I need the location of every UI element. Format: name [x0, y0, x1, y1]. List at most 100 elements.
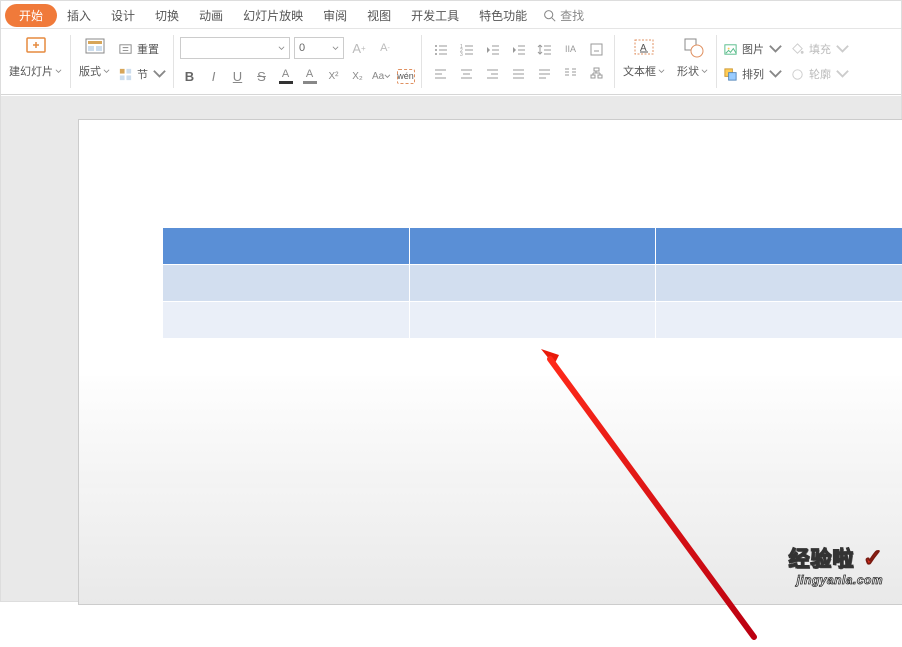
subscript-button[interactable]: X₂: [348, 66, 367, 86]
section-label: 节: [137, 66, 148, 82]
new-slide-label: 建幻灯片: [9, 63, 53, 79]
separator: [70, 35, 71, 88]
chevron-down-icon: [835, 42, 850, 57]
columns-button[interactable]: [560, 64, 580, 84]
decrease-font-button[interactable]: A-: [374, 37, 396, 59]
menu-tab-bar: 开始 插入 设计 切换 动画 幻灯片放映 审阅 视图 开发工具 特色功能 查找: [1, 1, 901, 29]
chevron-down-icon: [658, 68, 665, 75]
table-row[interactable]: [163, 302, 902, 339]
section-button[interactable]: 节: [118, 63, 167, 85]
fill-icon: [790, 42, 805, 57]
layout-icon: [81, 33, 109, 61]
chevron-down-icon: [103, 68, 110, 75]
text-direction-button[interactable]: IIA: [560, 40, 580, 60]
chevron-down-icon: [332, 45, 339, 52]
bold-button[interactable]: B: [180, 66, 199, 86]
check-icon: ✓: [863, 544, 883, 573]
tab-start[interactable]: 开始: [5, 4, 57, 27]
slide-workspace[interactable]: [1, 96, 901, 601]
svg-text:IIA: IIA: [565, 44, 576, 54]
reset-icon: [118, 42, 133, 57]
font-color-button[interactable]: A: [276, 66, 295, 86]
tab-review[interactable]: 审阅: [313, 3, 357, 28]
tab-view[interactable]: 视图: [357, 3, 401, 28]
align-justify-button[interactable]: [508, 64, 528, 84]
reset-label: 重置: [137, 41, 159, 57]
tab-feature[interactable]: 特色功能: [469, 3, 537, 28]
chevron-down-icon: [835, 67, 850, 82]
fill-button[interactable]: 填充: [790, 38, 850, 60]
picture-icon: [723, 42, 738, 57]
paragraph-group: 123 IIA: [428, 33, 608, 90]
chevron-down-icon: [768, 67, 783, 82]
shape-icon: [679, 33, 707, 61]
table-row[interactable]: [163, 265, 902, 302]
line-spacing-button[interactable]: [534, 40, 554, 60]
tab-animation[interactable]: 动画: [189, 3, 233, 28]
align-text-button[interactable]: [586, 40, 606, 60]
font-size-value: 0: [299, 42, 305, 54]
numbering-button[interactable]: 123: [456, 40, 476, 60]
superscript-button[interactable]: X²: [324, 66, 343, 86]
ribbon-toolbar: 建幻灯片 版式 重置 节: [1, 29, 901, 95]
align-center-button[interactable]: [456, 64, 476, 84]
italic-button[interactable]: I: [204, 66, 223, 86]
insert-format-group: 图片 填充 排列 轮廓: [723, 33, 850, 90]
separator: [614, 35, 615, 88]
highlight-button[interactable]: A: [300, 66, 319, 86]
arrange-button[interactable]: 排列: [723, 63, 783, 85]
arrange-label: 排列: [742, 66, 764, 82]
tab-transition[interactable]: 切换: [145, 3, 189, 28]
font-family-select[interactable]: [180, 37, 290, 59]
font-group: 0 A+ A- B I U S A A X² X₂ Aa wén: [180, 33, 415, 90]
picture-label: 图片: [742, 41, 764, 57]
tab-insert[interactable]: 插入: [57, 3, 101, 28]
change-case-button[interactable]: Aa: [372, 66, 391, 86]
shape-label: 形状: [677, 63, 699, 79]
pinyin-button[interactable]: wén: [396, 66, 415, 86]
section-icon: [118, 67, 133, 82]
watermark: 经验啦 ✓ jingyanla.com: [788, 543, 883, 587]
textbox-icon: A: [630, 33, 658, 61]
new-slide-icon: [22, 33, 50, 61]
align-left-button[interactable]: [430, 64, 450, 84]
separator: [173, 35, 174, 88]
picture-button[interactable]: 图片: [723, 38, 783, 60]
tab-dev[interactable]: 开发工具: [401, 3, 469, 28]
shape-button[interactable]: 形状: [675, 33, 710, 90]
watermark-url: jingyanla.com: [788, 573, 883, 587]
search-button[interactable]: 查找: [537, 7, 590, 24]
tab-design[interactable]: 设计: [101, 3, 145, 28]
reset-button[interactable]: 重置: [118, 38, 167, 60]
layout-button[interactable]: 版式: [77, 33, 112, 90]
search-label: 查找: [560, 7, 584, 24]
strike-button[interactable]: S: [252, 66, 271, 86]
arrange-icon: [723, 67, 738, 82]
chevron-down-icon: [768, 42, 783, 57]
slide-canvas[interactable]: [79, 120, 902, 604]
search-icon: [543, 9, 556, 22]
chevron-down-icon: [278, 45, 285, 52]
underline-button[interactable]: U: [228, 66, 247, 86]
outline-label: 轮廓: [809, 66, 831, 82]
increase-font-button[interactable]: A+: [348, 37, 370, 59]
align-right-button[interactable]: [482, 64, 502, 84]
distribute-button[interactable]: [534, 64, 554, 84]
canvas-gradient: [79, 376, 902, 488]
chevron-down-icon: [701, 68, 708, 75]
tab-slideshow[interactable]: 幻灯片放映: [233, 3, 313, 28]
smartart-button[interactable]: [586, 64, 606, 84]
watermark-title: 经验啦: [788, 543, 854, 573]
new-slide-button[interactable]: 建幻灯片: [7, 33, 64, 90]
indent-inc-button[interactable]: [508, 40, 528, 60]
outline-icon: [790, 67, 805, 82]
separator: [716, 35, 717, 88]
textbox-button[interactable]: A 文本框: [621, 33, 667, 90]
canvas-gradient: [79, 488, 902, 604]
slide-table[interactable]: [162, 227, 902, 339]
outline-button[interactable]: 轮廓: [790, 63, 850, 85]
indent-dec-button[interactable]: [482, 40, 502, 60]
font-size-select[interactable]: 0: [294, 37, 344, 59]
table-row[interactable]: [163, 228, 902, 265]
bullets-button[interactable]: [430, 40, 450, 60]
